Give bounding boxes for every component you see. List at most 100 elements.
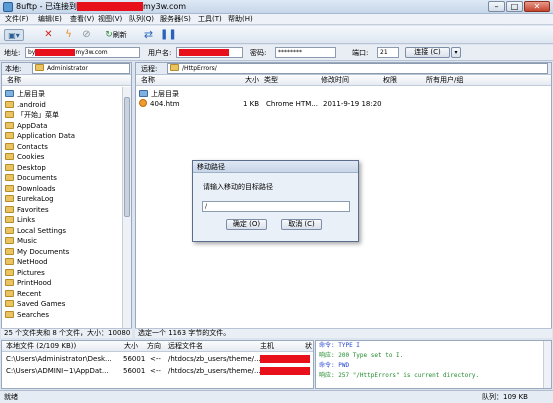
folder-icon [5, 174, 14, 181]
menu-help[interactable]: 帮助(H) [228, 15, 253, 24]
log-scrollbar[interactable] [543, 341, 551, 388]
remote-status: 选定一个 1163 字节的文件。 [135, 328, 552, 338]
refresh-icon: ↻ [105, 30, 113, 40]
folder-icon [35, 64, 44, 71]
folder-icon [5, 310, 14, 318]
ok-button[interactable]: 确定 (O) [226, 219, 267, 230]
queue-col-direction[interactable]: 方向 [147, 342, 161, 351]
col-name[interactable]: 名称 [141, 76, 155, 85]
col-type[interactable]: 类型 [264, 76, 278, 85]
col-owner-group[interactable]: 所有用户/组 [426, 76, 463, 85]
tree-item[interactable]: 「开始」菜单 [5, 110, 59, 120]
col-modified[interactable]: 修改时间 [321, 76, 349, 85]
menu-server[interactable]: 服务器(S) [160, 15, 191, 24]
queue-col-host[interactable]: 主机 [260, 342, 274, 351]
maximize-button[interactable]: □ [506, 1, 523, 12]
pause-icon[interactable]: ❚❚ [160, 29, 177, 41]
dialog-prompt: 请输入移动的目标路径 [203, 183, 273, 191]
tree-item[interactable]: 上层目录 [5, 89, 45, 99]
tree-item[interactable]: Local Settings [5, 226, 66, 236]
status-text: 就绪 [4, 393, 18, 401]
file-row[interactable]: 404.htm 1 KB Chrome HTM... 2011-9-19 18:… [139, 99, 549, 109]
col-permissions[interactable]: 权限 [383, 76, 397, 85]
col-size[interactable]: 大小 [245, 76, 259, 85]
file-row[interactable]: 上层目录 [139, 89, 549, 99]
tree-item[interactable]: Music [5, 236, 37, 246]
queue-row[interactable]: C:\Users\Administrator\Desk... 56001 <--… [6, 354, 311, 364]
folder-icon [5, 195, 14, 202]
queue-col-size[interactable]: 大小 [124, 342, 138, 351]
tree-item[interactable]: Contacts [5, 142, 48, 152]
queue-row[interactable]: C:\Users\ADMINI~1\AppDat... 56001 <-- /h… [6, 366, 311, 376]
menu-tools[interactable]: 工具(T) [198, 15, 222, 24]
site-manager-icon[interactable]: ▣▾ [4, 29, 24, 41]
redacted-block [35, 49, 76, 56]
local-scrollbar[interactable] [122, 87, 131, 328]
folder-icon [5, 226, 14, 234]
password-field[interactable]: ******** [275, 47, 336, 58]
port-field[interactable]: 21 [377, 47, 399, 58]
remote-path-bar: 远程: /HttpErrors/ [136, 63, 551, 75]
folder-icon [5, 258, 14, 265]
target-path-input[interactable]: / [202, 201, 350, 212]
tree-item[interactable]: Recent [5, 289, 41, 299]
tree-item[interactable]: Desktop [5, 163, 46, 173]
tree-item[interactable]: .android [5, 100, 46, 110]
scrollbar-thumb[interactable] [124, 97, 130, 217]
local-status: 25 个文件夹和 8 个文件，大小：10080 [1, 328, 132, 338]
folder-icon [5, 100, 14, 108]
menu-edit[interactable]: 编辑(E) [38, 15, 62, 24]
status-bar: 就绪 队列：109 KB [0, 390, 553, 403]
local-path-field[interactable]: Administrator [32, 63, 130, 74]
menu-window-view[interactable]: 视图(V) [98, 15, 122, 24]
tree-item[interactable]: PrintHood [5, 278, 51, 288]
queue-col-status[interactable]: 状 [305, 342, 312, 351]
folder-icon [5, 111, 14, 118]
redacted-block [179, 49, 229, 56]
queue-col-remote[interactable]: 远程文件名 [168, 342, 203, 351]
file-size: 1 KB [243, 100, 260, 108]
tree-item[interactable]: Pictures [5, 268, 45, 278]
tree-item[interactable]: My Documents [5, 247, 69, 257]
queue-col-local[interactable]: 本地文件 (2/109 KB)) [6, 342, 76, 351]
tree-item[interactable]: NetHood [5, 257, 48, 267]
menu-file[interactable]: 文件(F) [5, 15, 29, 24]
tree-item[interactable]: Downloads [5, 184, 55, 194]
redacted-block [260, 367, 310, 375]
redacted-block [260, 355, 310, 363]
local-path-label: 本地: [5, 65, 22, 73]
username-field[interactable] [176, 47, 243, 58]
log-line: 响应: 257 "/HttpErrors" is current directo… [319, 372, 480, 379]
close-button[interactable]: ✕ [524, 1, 550, 12]
cancel-button[interactable]: 取消 (C) [281, 219, 322, 230]
menu-view[interactable]: 查看(V) [70, 15, 94, 24]
tree-item[interactable]: Saved Games [5, 299, 65, 309]
toolbar: ▣▾ ✕ ϟ ⊘ ↻刷新 ⇄ ❚❚ [0, 26, 553, 44]
stop-icon[interactable]: ⊘ [80, 29, 93, 41]
address-field[interactable]: by my3w.com [25, 47, 140, 58]
connect-button[interactable]: 连接 (C) [405, 47, 450, 58]
queue-size-text: 队列：109 KB [482, 393, 528, 401]
queue-column-header: 本地文件 (2/109 KB)) 大小 方向 远程文件名 主机 状 [2, 341, 313, 352]
connect-dropdown-icon[interactable]: ▾ [451, 47, 461, 58]
remote-path-field[interactable]: /HttpErrors/ [167, 63, 548, 74]
minimize-button[interactable]: – [488, 1, 505, 12]
tree-item[interactable]: Searches [5, 310, 49, 320]
tree-item[interactable]: Documents [5, 173, 57, 183]
refresh-button[interactable]: ↻刷新 [101, 29, 131, 41]
folder-icon [5, 247, 14, 255]
transfer-icon[interactable]: ⇄ [142, 29, 155, 41]
tree-item[interactable]: Application Data [5, 131, 75, 141]
tree-item[interactable]: Favorites [5, 205, 49, 215]
dialog-title: 移动路径 [193, 161, 358, 173]
folder-icon [5, 163, 14, 171]
local-col-name[interactable]: 名称 [7, 76, 21, 85]
tree-item[interactable]: EurekaLog [5, 194, 54, 204]
lightning-icon[interactable]: ϟ [62, 29, 75, 41]
disconnect-icon[interactable]: ✕ [42, 29, 55, 41]
local-tree: 上层目录 .android 「开始」菜单 AppData Application… [2, 87, 122, 328]
tree-item[interactable]: AppData [5, 121, 47, 131]
menu-queue[interactable]: 队列(Q) [129, 15, 154, 24]
tree-item[interactable]: Cookies [5, 152, 44, 162]
tree-item[interactable]: Links [5, 215, 35, 225]
